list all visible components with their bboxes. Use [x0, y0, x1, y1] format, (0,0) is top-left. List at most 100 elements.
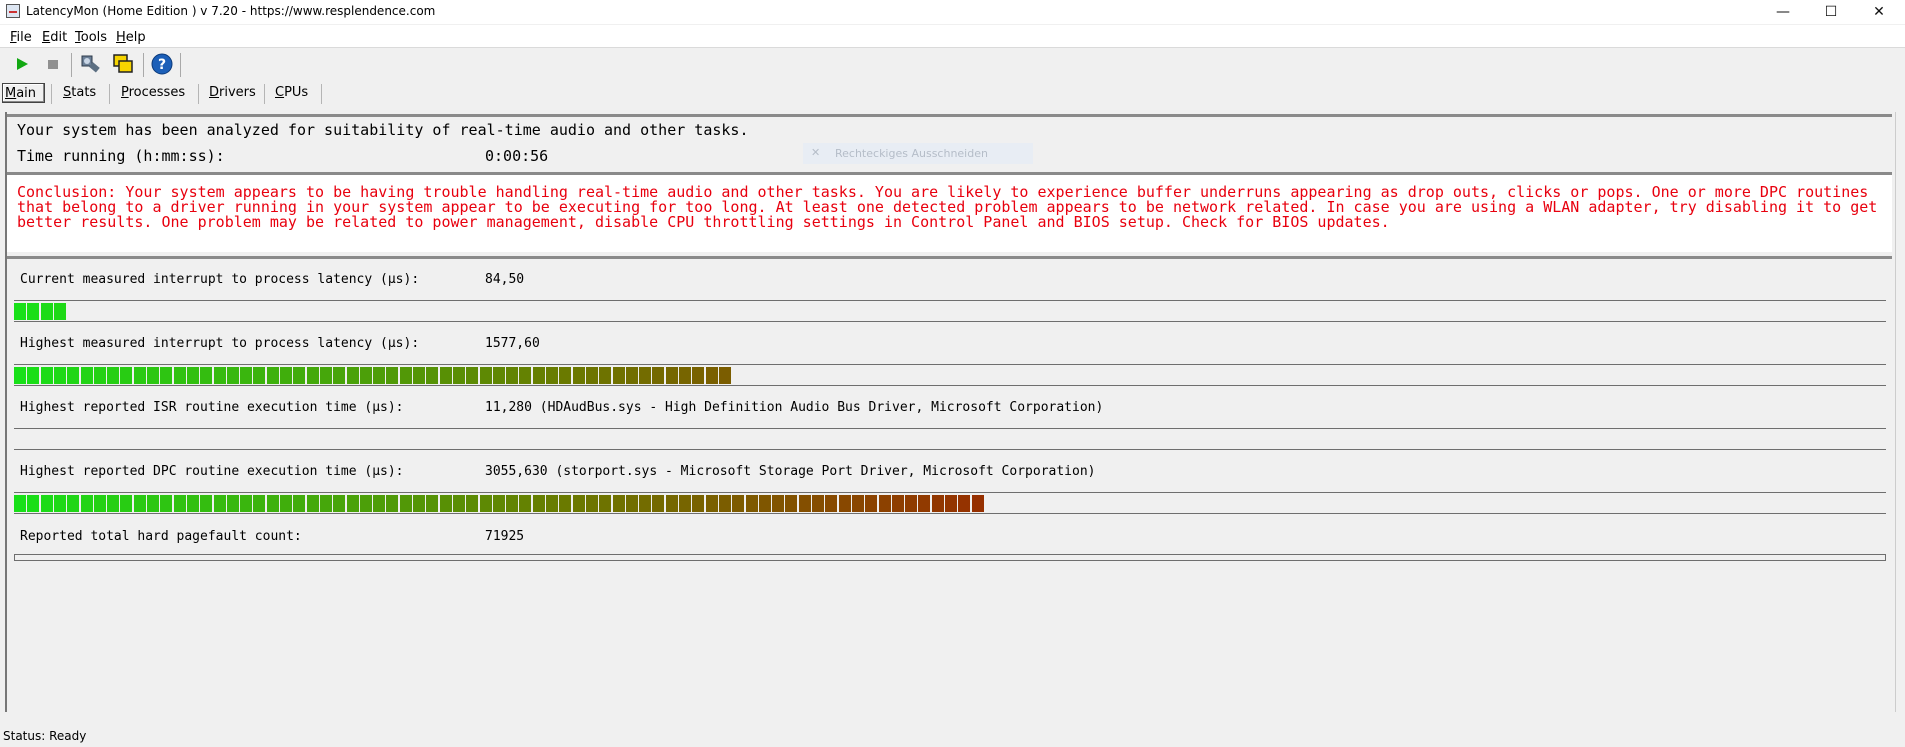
- play-icon: [17, 58, 28, 70]
- latency-meter: [14, 428, 1886, 450]
- tab-main[interactable]: Main: [2, 83, 45, 103]
- analysis-headline: Your system has been analyzed for suitab…: [17, 121, 749, 139]
- meter-segment: [665, 495, 678, 512]
- meter-segment: [945, 495, 957, 512]
- meter-segment: [280, 367, 292, 384]
- menu-help-label: elp: [125, 30, 146, 45]
- meter-segment: [931, 495, 944, 512]
- meter-segment: [266, 367, 279, 384]
- meter-segment: [213, 367, 226, 384]
- toolbar-separator: [180, 53, 181, 77]
- meter-segment: [838, 495, 851, 512]
- meter-segment: [386, 495, 399, 512]
- meter-segment: [253, 495, 266, 512]
- title-bar: LatencyMon (Home Edition ) v 7.20 - http…: [0, 0, 1905, 24]
- metric-value: 11,280 (HDAudBus.sys - High Definition A…: [485, 400, 1104, 415]
- play-button[interactable]: [11, 53, 33, 75]
- meter-segment: [891, 495, 904, 512]
- menu-help[interactable]: Help: [116, 30, 146, 45]
- meter-segment: [612, 495, 625, 512]
- status-text: Status: Ready: [3, 729, 87, 743]
- meter-segment: [479, 367, 492, 384]
- meter-segment: [958, 495, 971, 512]
- meter-segment: [426, 495, 439, 512]
- meter-segment: [27, 367, 40, 384]
- latency-meter: [14, 492, 1886, 514]
- close-icon[interactable]: ✕: [811, 146, 820, 159]
- meter-segment: [599, 495, 612, 512]
- meter-segment: [745, 495, 758, 512]
- meter-fill: [14, 303, 67, 320]
- meter-segment: [373, 495, 386, 512]
- tab-cpus-label: PUs: [284, 85, 309, 100]
- meter-segment: [333, 495, 346, 512]
- snip-overlay[interactable]: ✕ Rechteckiges Ausschneiden: [803, 143, 1033, 164]
- meter-segment: [306, 367, 319, 384]
- meter-segment: [452, 495, 465, 512]
- meter-segment: [559, 495, 572, 512]
- meter-segment: [200, 495, 213, 512]
- time-running-label: Time running (h:mm:ss):: [17, 147, 225, 165]
- meter-segment: [572, 495, 585, 512]
- meter-segment: [692, 367, 705, 384]
- menu-edit[interactable]: Edit: [42, 30, 67, 45]
- meter-segment: [705, 367, 718, 384]
- meter-segment: [280, 495, 292, 512]
- metrics-panel: Current measured interrupt to process la…: [7, 256, 1892, 714]
- close-button[interactable]: ✕: [1856, 0, 1902, 24]
- meter-segment: [492, 367, 505, 384]
- tab-cpus[interactable]: CPUs: [273, 83, 310, 103]
- help-button[interactable]: ?: [151, 53, 173, 75]
- tab-processes[interactable]: Processes: [119, 83, 187, 103]
- maximize-button[interactable]: ☐: [1808, 0, 1854, 24]
- meter-segment: [67, 495, 80, 512]
- meter-segment: [93, 367, 106, 384]
- tab-drivers[interactable]: Drivers: [207, 83, 258, 103]
- meter-segment: [479, 495, 492, 512]
- meter-segment: [266, 495, 279, 512]
- meter-segment: [173, 367, 186, 384]
- metric-label: Highest reported ISR routine execution t…: [20, 400, 404, 415]
- windows-button[interactable]: [112, 53, 134, 75]
- meter-segment: [226, 495, 239, 512]
- menu-file[interactable]: File: [10, 30, 32, 45]
- metric-value: 1577,60: [485, 336, 540, 351]
- stop-icon: [48, 60, 58, 69]
- meter-segment: [492, 495, 505, 512]
- meter-segment: [918, 495, 931, 512]
- meter-segment: [333, 367, 346, 384]
- meter-segment: [413, 367, 425, 384]
- meter-segment: [971, 495, 984, 512]
- meter-segment: [798, 495, 811, 512]
- meter-segment: [519, 367, 532, 384]
- meter-segment: [878, 495, 891, 512]
- meter-segment: [905, 495, 918, 512]
- meter-segment: [120, 367, 133, 384]
- meter-segment: [133, 495, 146, 512]
- meter-segment: [40, 367, 53, 384]
- meter-segment: [373, 367, 386, 384]
- meter-segment: [732, 495, 745, 512]
- metric-label: Current measured interrupt to process la…: [20, 272, 420, 287]
- tools-button[interactable]: [79, 53, 101, 75]
- meter-segment: [466, 367, 479, 384]
- minimize-button[interactable]: —: [1760, 0, 1806, 24]
- meter-segment: [851, 495, 864, 512]
- meter-segment: [359, 495, 372, 512]
- meter-segment: [652, 495, 665, 512]
- meter-segment: [40, 303, 53, 320]
- menu-tools[interactable]: Tools: [75, 30, 107, 45]
- meter-segment: [705, 495, 718, 512]
- meter-segment: [120, 495, 133, 512]
- meter-segment: [40, 495, 53, 512]
- tab-stats[interactable]: Stats: [61, 83, 98, 103]
- meter-segment: [679, 367, 691, 384]
- tab-processes-label: rocesses: [128, 85, 186, 100]
- stop-button[interactable]: [42, 53, 64, 75]
- meter-segment: [506, 367, 519, 384]
- toolbar-separator: [143, 53, 144, 77]
- menu-tools-label: ools: [80, 30, 108, 45]
- meter-segment: [67, 367, 80, 384]
- tab-processes-accel: P: [121, 85, 129, 100]
- meter-segment: [572, 367, 585, 384]
